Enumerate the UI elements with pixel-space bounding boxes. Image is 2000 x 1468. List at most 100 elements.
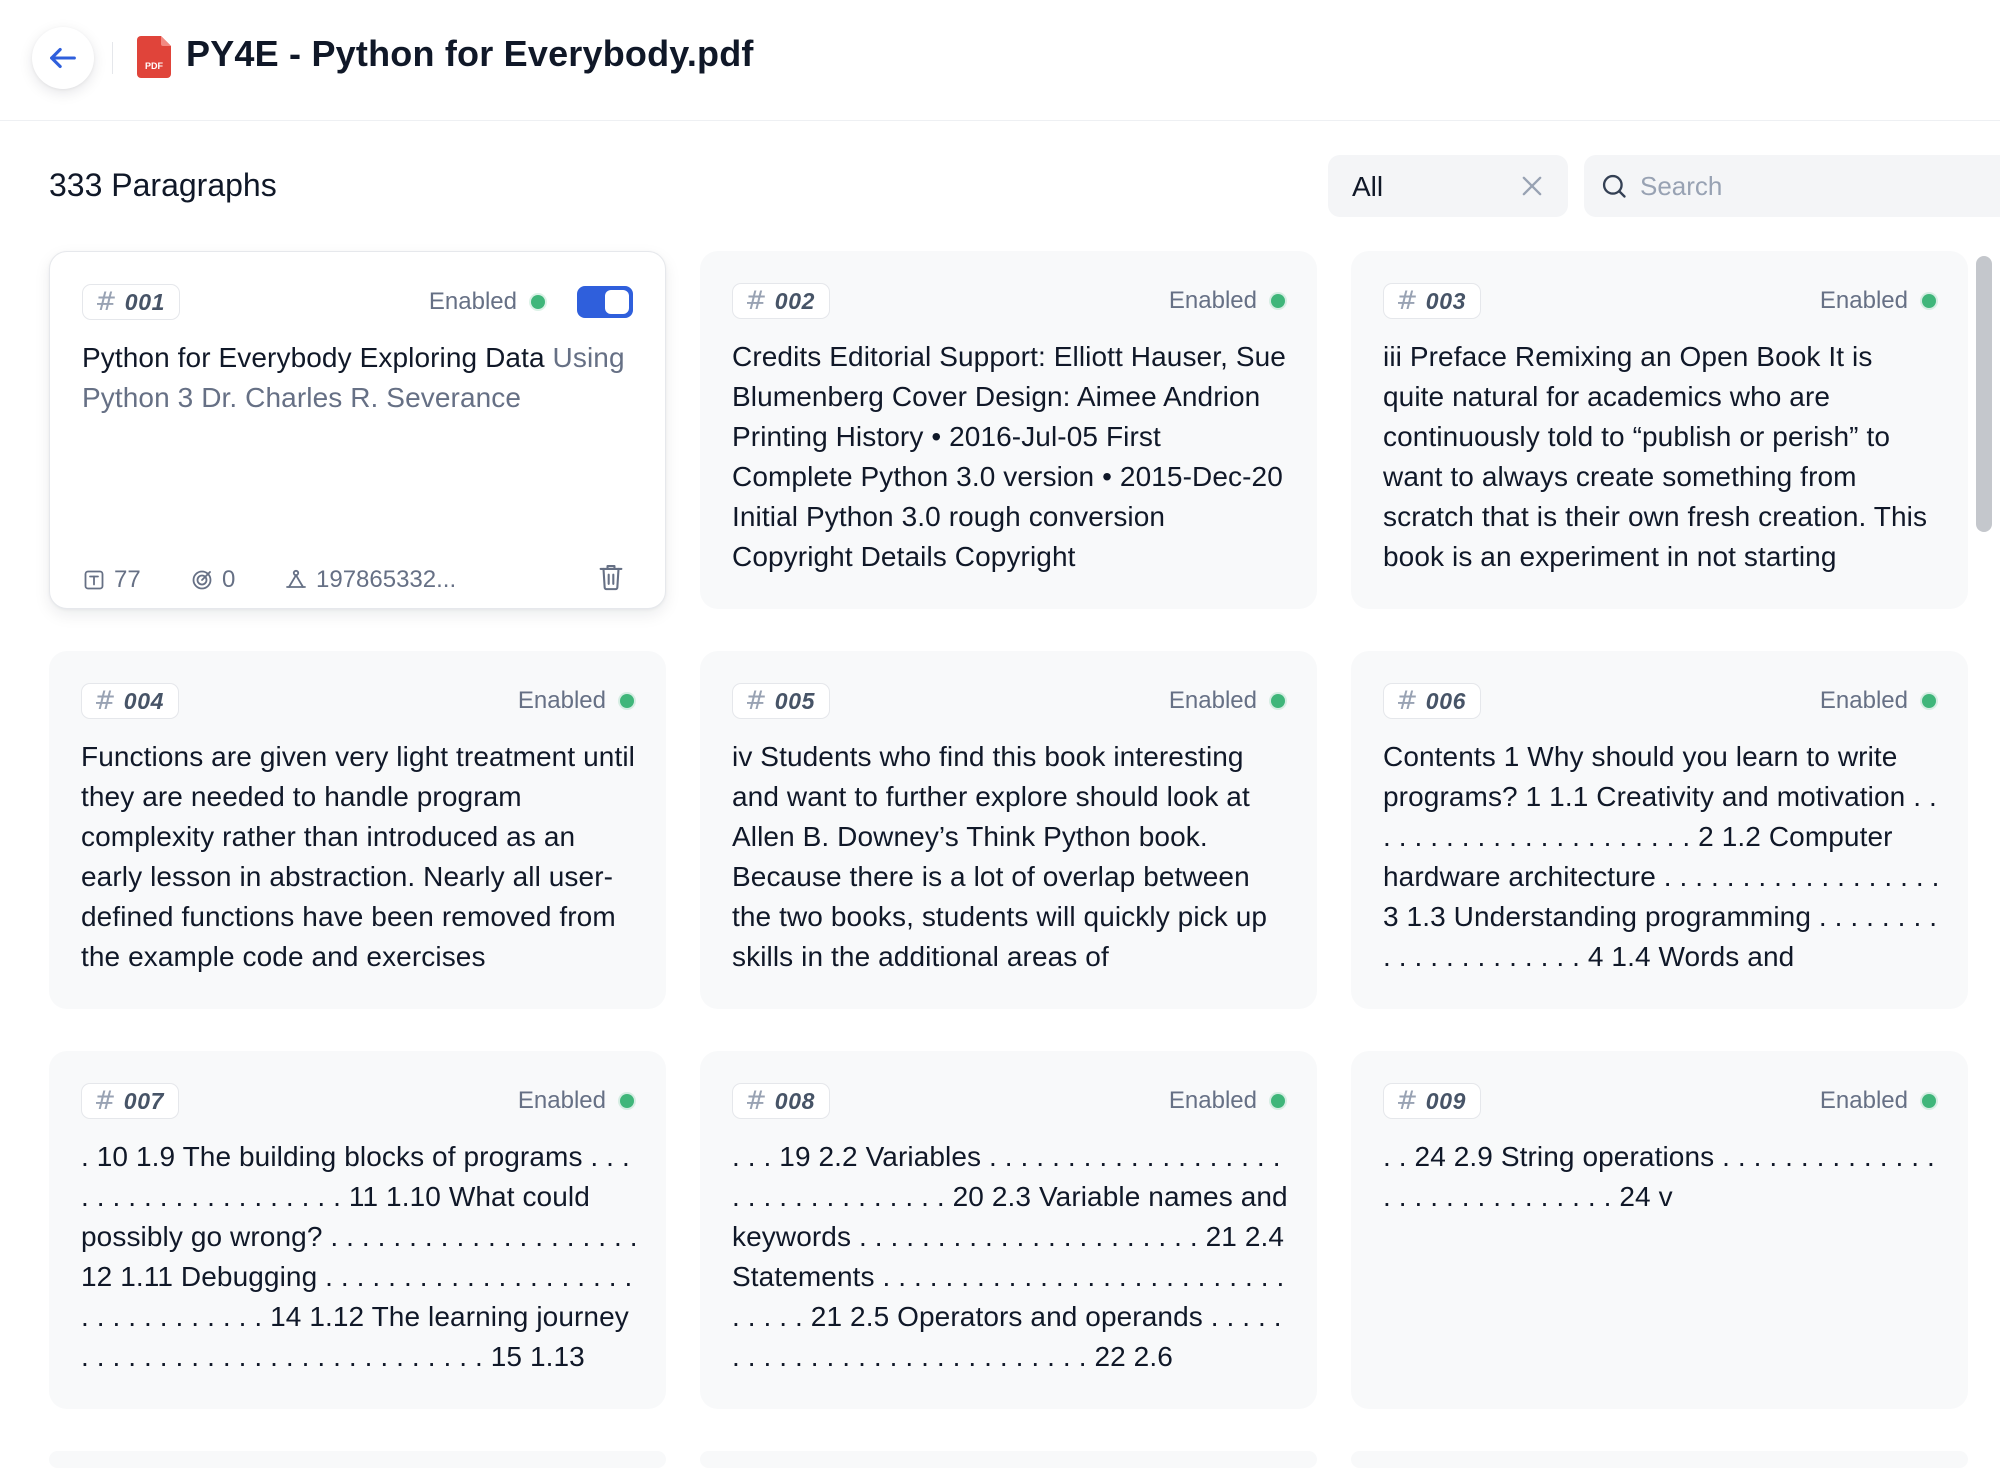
status-label: Enabled (1819, 1087, 1908, 1114)
status-label: Enabled (517, 687, 606, 714)
status-indicator: Enabled (1169, 287, 1285, 315)
status-indicator: Enabled (1820, 287, 1936, 315)
paragraph-hash: 197865332... (284, 566, 456, 594)
paragraph-card[interactable]: # 003 Enabled iii Preface Remixing an Op… (1351, 251, 1968, 609)
paragraph-card[interactable]: # 009 Enabled . . 24 2.9 String operatio… (1351, 1051, 1968, 1409)
status-label: Enabled (1168, 687, 1257, 714)
status-dot-icon (1271, 294, 1285, 308)
status-dot-icon (1271, 1094, 1285, 1108)
status-dot-icon (1922, 1094, 1936, 1108)
paragraph-number: 008 (774, 1087, 815, 1114)
status-label: Enabled (428, 288, 517, 315)
paragraph-number: 005 (774, 687, 815, 714)
status-dot-icon (1271, 694, 1285, 708)
paragraph-text: iv Students who find this book interesti… (732, 741, 1268, 972)
pdf-file-icon: PDF (137, 36, 171, 78)
svg-text:PDF: PDF (145, 61, 164, 71)
paragraph-count: 333 Paragraphs (49, 167, 277, 203)
paragraph-card[interactable] (1351, 1451, 1968, 1468)
text-icon (84, 570, 104, 590)
hash-icon: # (94, 1086, 116, 1116)
paragraph-card[interactable]: # 006 Enabled Contents 1 Why should you … (1351, 651, 1968, 1009)
status-label: Enabled (1168, 287, 1257, 314)
paragraph-number-chip: # 004 (81, 683, 179, 719)
paragraph-number: 004 (123, 687, 164, 714)
paragraph-number: 009 (1425, 1087, 1466, 1114)
paragraph-text: Contents 1 Why should you learn to write… (1383, 741, 1940, 972)
status-label: Enabled (1168, 1087, 1257, 1114)
hash-icon: # (1396, 286, 1418, 316)
status-dot-icon (1922, 694, 1936, 708)
paragraph-card[interactable]: # 008 Enabled . . . 19 2.2 Variables . .… (700, 1051, 1317, 1409)
paragraph-number-chip: # 009 (1383, 1083, 1481, 1119)
hash-icon: # (1396, 686, 1418, 716)
paragraph-card[interactable]: # 005 Enabled iv Students who find this … (700, 651, 1317, 1009)
paragraph-number-chip: # 001 (82, 284, 180, 320)
hash-icon: # (745, 686, 767, 716)
arrow-left-icon (50, 47, 76, 69)
paragraph-text: Credits Editorial Support: Elliott Hause… (732, 341, 1286, 572)
paragraph-text: . . 24 2.9 String operations . . . . . .… (1383, 1141, 1935, 1212)
search-icon (1602, 174, 1626, 198)
paragraph-card[interactable]: # 007 Enabled . 10 1.9 The building bloc… (49, 1051, 666, 1409)
status-indicator: Enabled (1169, 687, 1285, 715)
paragraph-number: 001 (124, 288, 165, 315)
status-indicator: Enabled (518, 1087, 634, 1115)
status-indicator: Enabled (518, 687, 634, 715)
paragraph-card[interactable] (700, 1451, 1317, 1468)
paragraph-text: . 10 1.9 The building blocks of programs… (81, 1141, 638, 1372)
trash-icon[interactable] (597, 562, 625, 592)
paragraph-text: iii Preface Remixing an Open Book It is … (1383, 341, 1928, 572)
status-dot-icon (1922, 294, 1936, 308)
paragraph-number-chip: # 003 (1383, 283, 1481, 319)
paragraph-number: 002 (774, 287, 815, 314)
status-indicator: Enabled (1820, 1087, 1936, 1115)
status-dot-icon (620, 1094, 634, 1108)
paragraph-card[interactable]: # 001 Enabled Python for Everybody Explo… (49, 251, 666, 609)
toggle-knob (605, 290, 629, 314)
character-count-value: 77 (114, 566, 141, 593)
paragraph-number-chip: # 006 (1383, 683, 1481, 719)
paragraph-number-chip: # 005 (732, 683, 830, 719)
header-divider (112, 42, 113, 74)
paragraph-number-chip: # 008 (732, 1083, 830, 1119)
paragraph-text-main: Python for Everybody Exploring Data (82, 342, 545, 373)
scrollbar-thumb[interactable] (1976, 256, 1992, 532)
document-title: PY4E - Python for Everybody.pdf (186, 33, 754, 74)
paragraph-number: 006 (1425, 687, 1466, 714)
paragraph-card[interactable] (49, 1451, 666, 1468)
paragraph-text: Python for Everybody Exploring Data Usin… (82, 338, 637, 418)
status-label: Enabled (1819, 287, 1908, 314)
status-indicator: Enabled (1820, 687, 1936, 715)
paragraph-number-chip: # 002 (732, 283, 830, 319)
status-dot-icon (531, 295, 545, 309)
top-bar: PDF PY4E - Python for Everybody.pdf (0, 0, 2000, 121)
character-count: 77 (82, 566, 141, 594)
hash-icon: # (1396, 1086, 1418, 1116)
paragraph-text: Functions are given very light treatment… (81, 741, 635, 972)
hash-icon: # (745, 286, 767, 316)
hash-graph-icon (286, 569, 306, 588)
paragraph-hash-value: 197865332... (316, 566, 457, 593)
status-filter-select[interactable]: All (1328, 155, 1568, 217)
back-button[interactable] (32, 27, 94, 89)
target-icon (192, 570, 212, 590)
search-input[interactable] (1640, 165, 1980, 207)
close-icon[interactable] (1518, 172, 1546, 200)
paragraph-number: 003 (1425, 287, 1466, 314)
status-label: Enabled (517, 1087, 606, 1114)
filter-selected-value: All (1352, 171, 1384, 202)
hash-icon: # (745, 1086, 767, 1116)
hash-icon: # (95, 287, 117, 317)
enable-toggle[interactable] (577, 286, 633, 318)
paragraph-card[interactable]: # 004 Enabled Functions are given very l… (49, 651, 666, 1009)
status-dot-icon (620, 694, 634, 708)
paragraph-card[interactable]: # 002 Enabled Credits Editorial Support:… (700, 251, 1317, 609)
search-box (1584, 155, 2000, 217)
paragraph-text: . . . 19 2.2 Variables . . . . . . . . .… (732, 1141, 1288, 1372)
status-indicator: Enabled (1169, 1087, 1285, 1115)
hit-count-value: 0 (222, 566, 236, 593)
status-label: Enabled (1819, 687, 1908, 714)
status-indicator: Enabled (428, 286, 633, 318)
paragraph-number: 007 (123, 1087, 164, 1114)
